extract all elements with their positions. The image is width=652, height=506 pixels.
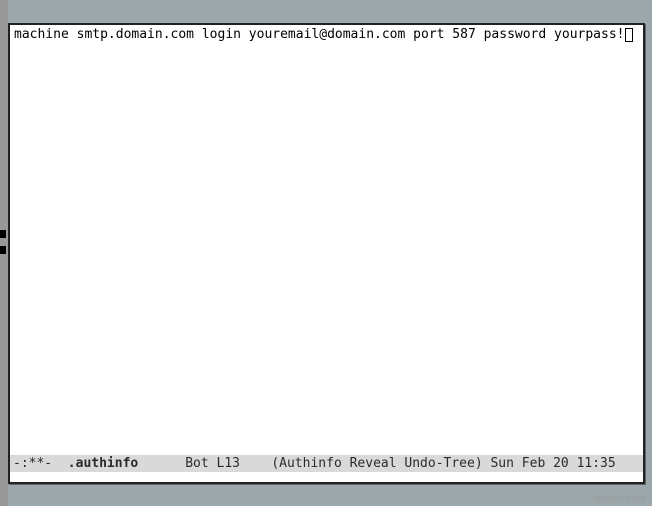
text-cursor (625, 28, 633, 42)
echo-area[interactable] (10, 472, 643, 482)
stripe-mark (0, 230, 6, 238)
buffer-text[interactable]: machine smtp.domain.com login youremail@… (14, 27, 624, 42)
modeline-gap (138, 456, 185, 471)
modeline-status: -:**- (13, 456, 52, 471)
modeline-gap (240, 456, 271, 471)
emacs-frame: machine smtp.domain.com login youremail@… (8, 23, 645, 484)
buffer-line[interactable]: machine smtp.domain.com login youremail@… (14, 27, 633, 42)
watermark: wsxdn.com (593, 493, 646, 504)
desktop-left-stripe (0, 0, 8, 506)
stripe-mark (0, 246, 6, 254)
mode-line[interactable]: -:**- .authinfo Bot L13 (Authinfo Reveal… (10, 455, 643, 472)
modeline-buffer-name: .authinfo (68, 456, 138, 471)
modeline-time: Sun Feb 20 11:35 (490, 456, 615, 471)
modeline-position: Bot L13 (185, 456, 240, 471)
text-buffer[interactable]: machine smtp.domain.com login youremail@… (10, 25, 643, 456)
modeline-modes: (Authinfo Reveal Undo-Tree) (271, 456, 482, 471)
